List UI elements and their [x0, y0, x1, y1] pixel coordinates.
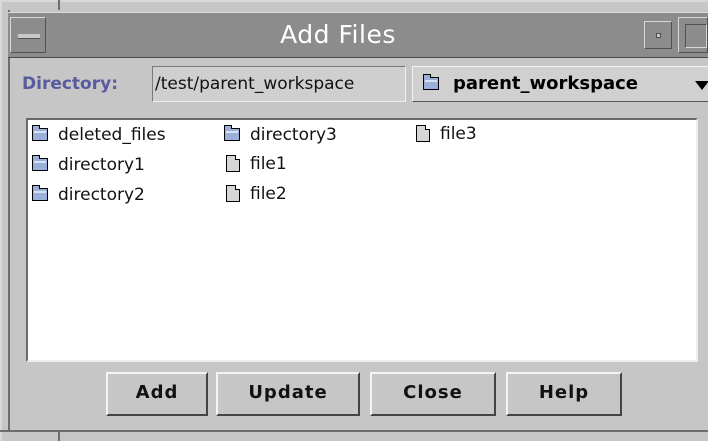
frame-left-edge	[0, 0, 2, 441]
directory-dropdown-value: parent_workspace	[453, 73, 639, 94]
button-bar: Add Update Close Help	[22, 366, 708, 426]
directory-dropdown[interactable]: parent_workspace	[412, 66, 708, 102]
window-menu-icon	[18, 34, 40, 39]
window-menu-button[interactable]	[10, 17, 46, 53]
file-icon	[226, 184, 240, 202]
directory-path-value: /test/parent_workspace	[155, 74, 355, 94]
list-item-folder[interactable]: directory3	[224, 124, 337, 146]
file-icon	[416, 124, 430, 142]
frame-corner-mark-tl	[58, 0, 60, 10]
maximize-icon	[685, 24, 707, 48]
list-item-file[interactable]: file2	[226, 183, 287, 205]
list-item-label: file3	[440, 124, 477, 144]
window-title: Add Files	[280, 20, 396, 49]
minimize-button[interactable]	[644, 21, 672, 49]
list-item-label: deleted_files	[58, 125, 166, 145]
close-button[interactable]: Close	[370, 372, 496, 416]
help-button[interactable]: Help	[506, 372, 622, 416]
title-bar[interactable]: Add Files	[8, 12, 708, 58]
list-item-folder[interactable]: directory2	[32, 184, 145, 206]
minimize-icon	[656, 33, 661, 38]
folder-icon	[32, 124, 48, 141]
list-item-label: directory1	[58, 155, 145, 175]
maximize-button[interactable]	[678, 17, 708, 53]
update-button[interactable]: Update	[216, 372, 360, 416]
list-item-file[interactable]: file3	[416, 123, 477, 145]
list-item-label: directory2	[58, 185, 145, 205]
list-item-label: file1	[250, 154, 287, 174]
add-button[interactable]: Add	[106, 372, 208, 416]
directory-label: Directory:	[22, 74, 118, 94]
add-files-dialog: Add Files Directory: /test/parent_worksp…	[0, 0, 708, 441]
file-icon	[226, 154, 240, 172]
folder-icon	[32, 154, 48, 171]
list-item-label: file2	[250, 184, 287, 204]
folder-icon	[224, 124, 240, 141]
frame-top-edge	[0, 0, 708, 2]
list-item-folder[interactable]: deleted_files	[32, 124, 166, 146]
list-item-file[interactable]: file1	[226, 153, 287, 175]
frame-bottom-edge	[0, 430, 708, 432]
folder-icon	[423, 74, 439, 90]
list-item-folder[interactable]: directory1	[32, 154, 145, 176]
directory-path-field[interactable]: /test/parent_workspace	[152, 66, 406, 102]
file-list[interactable]: deleted_files directory1 directory2 dire…	[26, 118, 698, 362]
list-item-label: directory3	[250, 125, 337, 145]
dropdown-arrow-icon[interactable]	[695, 81, 708, 90]
folder-icon	[32, 184, 48, 201]
directory-row: Directory: /test/parent_workspace parent…	[18, 64, 708, 104]
frame-inner-left-edge	[8, 10, 10, 430]
